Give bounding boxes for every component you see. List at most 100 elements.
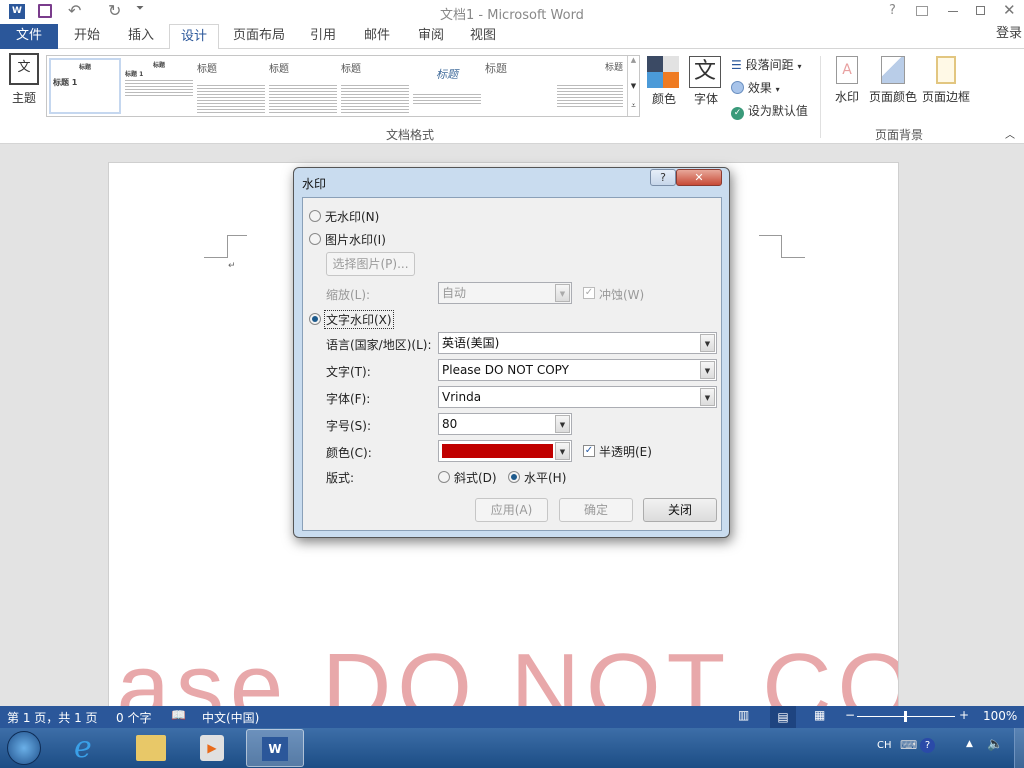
show-hidden-icons[interactable]: ▲ bbox=[966, 739, 973, 749]
chevron-down-icon: ▼ bbox=[555, 442, 570, 460]
tab-page-layout[interactable]: 页面布局 bbox=[226, 24, 292, 49]
tab-view[interactable]: 视图 bbox=[460, 24, 506, 49]
text-input[interactable]: Please DO NOT COPY ▼ bbox=[438, 359, 717, 381]
start-button-icon[interactable] bbox=[7, 731, 41, 765]
page-count[interactable]: 第 1 页，共 1 页 bbox=[7, 709, 98, 726]
font-select[interactable]: Vrinda ▼ bbox=[438, 386, 717, 408]
style-set-thumb[interactable]: 标题 bbox=[267, 58, 339, 114]
media-player-icon[interactable]: ▶ bbox=[200, 735, 224, 761]
word-taskbar-button[interactable]: W bbox=[246, 729, 304, 767]
color-select[interactable]: ▼ bbox=[438, 440, 572, 462]
close-button[interactable]: ✕ bbox=[1003, 1, 1016, 19]
select-picture-button[interactable]: 选择图片(P)... bbox=[326, 252, 415, 276]
help-tray-icon[interactable]: ? bbox=[920, 738, 935, 753]
apply-button[interactable]: 应用(A) bbox=[475, 498, 548, 522]
volume-icon[interactable]: 🔈 bbox=[987, 737, 1003, 752]
horizontal-radio[interactable] bbox=[508, 471, 520, 483]
web-layout-icon[interactable]: ▦ bbox=[814, 708, 825, 722]
page-color-button[interactable]: 页面颜色 bbox=[868, 56, 918, 105]
tab-insert[interactable]: 插入 bbox=[116, 24, 166, 49]
text-watermark-radio[interactable] bbox=[309, 313, 321, 325]
effects-button[interactable]: 效果 ▾ bbox=[731, 79, 780, 96]
semitransparent-label[interactable]: 半透明(E) bbox=[599, 443, 652, 460]
text-label: 文字(T): bbox=[326, 365, 371, 379]
tab-design[interactable]: 设计 bbox=[169, 24, 219, 50]
dialog-close-button[interactable]: ✕ bbox=[676, 169, 722, 186]
internet-explorer-icon[interactable]: e bbox=[74, 730, 92, 765]
sign-in-link[interactable]: 登录 bbox=[994, 22, 1024, 47]
diagonal-radio[interactable] bbox=[438, 471, 450, 483]
zoom-level[interactable]: 100% bbox=[983, 709, 1017, 723]
window-title: 文档1 - Microsoft Word bbox=[440, 8, 584, 23]
style-set-thumb[interactable]: 标题 bbox=[483, 58, 555, 114]
scale-select[interactable]: 自动 ▼ bbox=[438, 282, 572, 304]
keyboard-icon[interactable]: ⌨ bbox=[900, 738, 917, 752]
file-explorer-icon[interactable] bbox=[136, 735, 166, 761]
washout-checkbox[interactable]: ✓ bbox=[583, 287, 595, 299]
tab-file[interactable]: 文件 bbox=[0, 24, 58, 49]
picture-watermark-label[interactable]: 图片水印(I) bbox=[325, 231, 386, 248]
gallery-scroll-up[interactable]: ▲ bbox=[627, 56, 639, 76]
colors-button[interactable]: 颜色 bbox=[647, 56, 681, 107]
size-select[interactable]: 80 ▼ bbox=[438, 413, 572, 435]
style-set-thumb[interactable]: 标题 bbox=[555, 58, 625, 114]
help-button[interactable]: ? bbox=[889, 3, 896, 18]
proofing-icon[interactable]: 📖 bbox=[171, 708, 186, 722]
restore-button[interactable] bbox=[976, 6, 985, 15]
page-borders-button[interactable]: 页面边框 bbox=[921, 56, 971, 105]
style-set-thumb[interactable]: 标题 bbox=[195, 58, 267, 114]
ime-indicator[interactable]: CH bbox=[877, 740, 892, 751]
margin-mark-left bbox=[204, 235, 228, 258]
paragraph-spacing-button[interactable]: ☰ 段落间距 ▾ bbox=[731, 56, 801, 73]
set-as-default-button[interactable]: ✓ 设为默认值 bbox=[731, 102, 808, 120]
tab-mailings[interactable]: 邮件 bbox=[354, 24, 400, 49]
zoom-out-button[interactable]: − bbox=[845, 708, 855, 722]
gallery-scroll-down[interactable]: ▼ bbox=[627, 76, 639, 96]
style-set-thumb[interactable]: 标题 bbox=[411, 58, 483, 114]
fonts-button[interactable]: 文 字体 bbox=[689, 56, 723, 107]
style-set-thumb[interactable]: 标题 bbox=[339, 58, 411, 114]
customize-qat-icon[interactable]: ⏷ bbox=[136, 3, 144, 14]
picture-watermark-radio[interactable] bbox=[309, 233, 321, 245]
ribbon-display-options-button[interactable] bbox=[916, 6, 928, 16]
redo-icon[interactable]: ↻ bbox=[108, 1, 121, 20]
zoom-in-button[interactable]: + bbox=[959, 708, 969, 722]
semitransparent-checkbox[interactable]: ✓ bbox=[583, 445, 595, 457]
language-select[interactable]: 英语(美国) ▼ bbox=[438, 332, 717, 354]
watermark-text: Please DO NOT COPY bbox=[109, 634, 898, 706]
close-dialog-button[interactable]: 关闭 bbox=[643, 498, 717, 522]
watermark-button[interactable]: A 水印 bbox=[830, 56, 864, 105]
undo-icon[interactable]: ↶ bbox=[68, 1, 81, 20]
language-indicator[interactable]: 中文(中国) bbox=[202, 709, 259, 726]
zoom-slider[interactable] bbox=[857, 711, 955, 722]
minimize-button[interactable] bbox=[948, 11, 958, 12]
group-divider bbox=[820, 56, 821, 138]
margin-line bbox=[227, 235, 247, 236]
gallery-more[interactable]: ⩡ bbox=[627, 96, 639, 116]
chevron-down-icon: ▼ bbox=[555, 284, 570, 302]
no-watermark-radio[interactable] bbox=[309, 210, 321, 222]
show-desktop-button[interactable] bbox=[1014, 728, 1024, 768]
style-set-thumb[interactable]: 标题 标题 1 bbox=[49, 58, 121, 114]
style-set-thumb[interactable]: 标题 标题 1 bbox=[123, 58, 195, 114]
dialog-help-button[interactable]: ? bbox=[650, 169, 676, 186]
text-watermark-label[interactable]: 文字水印(X) bbox=[324, 310, 394, 329]
zoom-slider-thumb[interactable] bbox=[904, 711, 907, 722]
horizontal-label[interactable]: 水平(H) bbox=[524, 469, 566, 486]
effects-icon bbox=[731, 81, 744, 94]
collapse-ribbon-icon[interactable]: ︿ bbox=[1005, 126, 1015, 141]
document-formatting-gallery[interactable]: 标题 标题 1 标题 标题 1 标题 标题 标题 标题 标题 标题 ▲ ▼ ⩡ bbox=[46, 55, 640, 117]
diagonal-label[interactable]: 斜式(D) bbox=[454, 469, 497, 486]
taskbar: e ▶ W CH ⌨ ? ▲ 🔈 bbox=[0, 728, 1024, 768]
save-icon[interactable] bbox=[38, 4, 52, 18]
word-count[interactable]: 0 个字 bbox=[116, 709, 151, 726]
themes-button[interactable]: 文 主题 bbox=[6, 53, 42, 119]
ok-button[interactable]: 确定 bbox=[559, 498, 633, 522]
print-layout-icon[interactable]: ▤ bbox=[770, 706, 796, 728]
tab-home[interactable]: 开始 bbox=[62, 24, 112, 49]
group-label-document-formatting: 文档格式 bbox=[386, 128, 435, 142]
tab-review[interactable]: 审阅 bbox=[408, 24, 454, 49]
no-watermark-label[interactable]: 无水印(N) bbox=[325, 208, 379, 225]
read-mode-icon[interactable]: ▥ bbox=[738, 708, 749, 722]
tab-references[interactable]: 引用 bbox=[300, 24, 346, 49]
